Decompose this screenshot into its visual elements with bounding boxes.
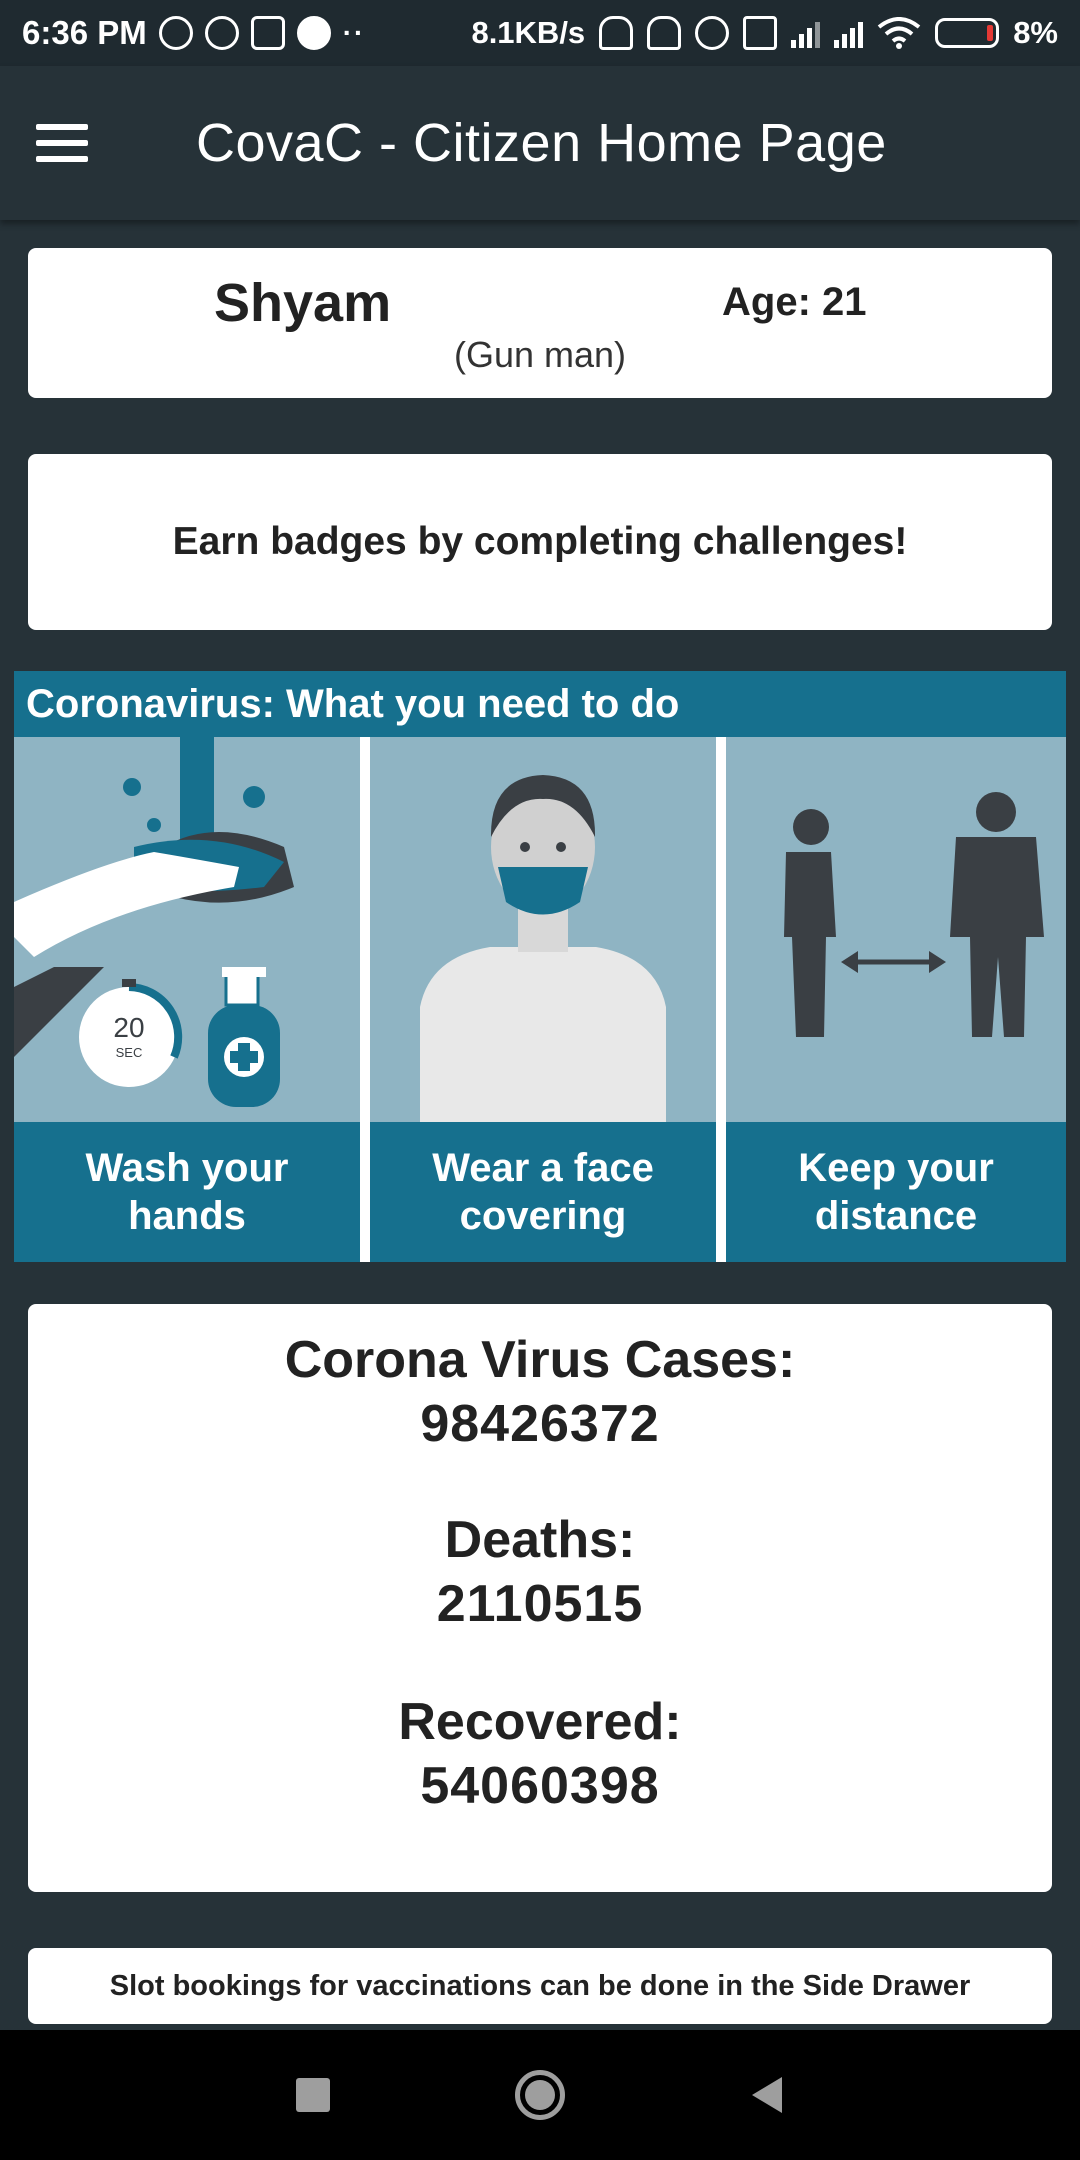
volte-icon: [743, 16, 778, 50]
cases-label: Corona Virus Cases:: [284, 1331, 796, 1389]
shield-icon: [250, 16, 285, 50]
system-nav-bar: [0, 2030, 1080, 2160]
wash-hands-caption: Wash your hands: [14, 1122, 360, 1262]
mute-icon: [647, 16, 682, 50]
status-dots: ··: [342, 17, 366, 48]
signal-icon: [791, 18, 821, 48]
home-icon[interactable]: [505, 2060, 575, 2130]
wifi-icon: [877, 17, 921, 49]
recovered-value: 54060398: [420, 1757, 660, 1815]
vaccination-info-card: Slot bookings for vaccinations can be do…: [28, 1948, 1052, 2024]
deaths-value: 2110515: [436, 1575, 644, 1633]
battery-percent: 8%: [1013, 15, 1058, 50]
vaccination-info-text: Slot bookings for vaccinations can be do…: [109, 1969, 971, 2002]
battery-icon: [935, 18, 1000, 48]
face-covering-panel: Wear a face covering: [370, 737, 716, 1262]
face-covering-caption: Wear a face covering: [370, 1122, 716, 1262]
whatsapp-icon: [204, 16, 239, 50]
infographic-title: Coronavirus: What you need to do: [14, 671, 1066, 737]
hamburger-menu-icon[interactable]: [36, 103, 116, 183]
net-speed: 8.1KB/s: [471, 15, 586, 50]
citizen-role: (Gun man): [453, 334, 627, 375]
recovered-label: Recovered:: [398, 1693, 682, 1751]
hand-washing-icon: 20 SEC: [14, 737, 294, 1107]
back-icon[interactable]: [732, 2060, 802, 2130]
page-title: CovaC - Citizen Home Page: [196, 113, 887, 173]
wash-hands-panel: 20 SEC Wash your hands: [14, 737, 360, 1262]
music-icon: [158, 16, 193, 50]
deaths-label: Deaths:: [444, 1511, 636, 1569]
alarm-icon: [695, 16, 730, 50]
timer-value: 20: [113, 1012, 144, 1043]
badges-card[interactable]: Earn badges by completing challenges!: [28, 454, 1052, 630]
citizen-name: Shyam: [214, 273, 392, 333]
app-bar: CovaC - Citizen Home Page: [0, 66, 1080, 220]
profile-card: Shyam Age: 21 (Gun man): [28, 248, 1052, 398]
social-distance-icon: [784, 792, 1044, 1037]
recovered-stat: Recovered: 54060398: [28, 1692, 1052, 1816]
recents-icon[interactable]: [278, 2060, 348, 2130]
covid-stats-card: Corona Virus Cases: 98426372 Deaths: 211…: [28, 1304, 1052, 1892]
cases-value: 98426372: [420, 1395, 660, 1453]
cases-stat: Corona Virus Cases: 98426372: [28, 1330, 1052, 1454]
headset-icon: [599, 16, 634, 50]
distance-panel: Keep your distance: [726, 737, 1066, 1262]
face-mask-person-icon: [420, 775, 666, 1122]
badges-text: Earn badges by completing challenges!: [172, 520, 908, 563]
call-icon: [296, 16, 331, 50]
deaths-stat: Deaths: 2110515: [28, 1510, 1052, 1634]
4g-signal-icon: [834, 18, 864, 48]
timer-unit: SEC: [116, 1045, 143, 1060]
status-time: 6:36 PM: [22, 14, 147, 51]
coronavirus-infographic: Coronavirus: What you need to do 20 SEC …: [14, 671, 1066, 1262]
status-bar: 6:36 PM ·· 8.1KB/s 8%: [0, 0, 1080, 66]
distance-caption: Keep your distance: [726, 1122, 1066, 1262]
citizen-age: Age: 21: [722, 280, 867, 324]
